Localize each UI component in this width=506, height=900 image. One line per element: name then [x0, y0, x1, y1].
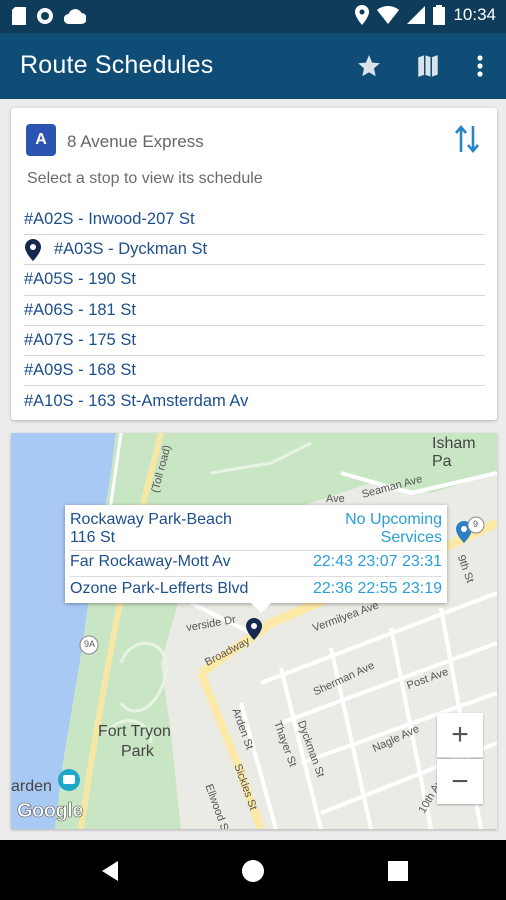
swap-direction-button[interactable]	[453, 122, 481, 156]
stop-item-selected[interactable]: #A03S - Dyckman St	[24, 235, 485, 266]
status-bar: 10:34	[0, 0, 506, 33]
stop-hint: Select a stop to view its schedule	[27, 170, 263, 187]
overflow-menu-icon	[477, 55, 483, 77]
schedule-row: Far Rockaway-Mott Av 22:43 23:07 23:31	[70, 553, 442, 577]
stop-item[interactable]: #A09S - 168 St	[24, 356, 485, 387]
route-9-shield: 9	[473, 519, 479, 529]
home-icon[interactable]	[241, 859, 265, 883]
stop-label: #A09S - 168 St	[24, 361, 136, 380]
times-line2: Services	[380, 529, 442, 546]
signal-icon	[407, 6, 426, 24]
departure-times: No Upcoming Services	[345, 511, 442, 547]
route-card: A 8 Avenue Express Select a stop to view…	[11, 108, 497, 420]
stop-item[interactable]: #A10S - 163 St-Amsterdam Av	[24, 386, 485, 416]
google-logo: Google	[17, 800, 84, 823]
page-title: Route Schedules	[20, 51, 214, 79]
street-ave: Ave	[326, 493, 345, 505]
stop-item[interactable]: #A05S - 190 St	[24, 265, 485, 296]
schedule-row: Rockaway Park-Beach 116 St No Upcoming S…	[70, 511, 442, 551]
stop-label: #A07S - 175 St	[24, 330, 136, 349]
stop-label: #A10S - 163 St-Amsterdam Av	[24, 391, 249, 410]
schedule-row: Ozone Park-Lefferts Blvd 22:36 22:55 23:…	[70, 580, 442, 602]
swap-vertical-icon	[455, 124, 479, 154]
map-label-isham: Isham Pa	[432, 435, 476, 470]
map-label-fort-tryon: Fort Tryon	[98, 723, 171, 740]
cloud-icon	[64, 9, 86, 24]
map-label-park: Park	[121, 743, 154, 760]
map-button[interactable]	[413, 51, 443, 81]
departure-times: 22:36 22:55 23:19	[312, 580, 442, 597]
route-badge: A	[26, 124, 56, 156]
map-label-garden: arden	[11, 778, 52, 795]
stop-item[interactable]: #A06S - 181 St	[24, 296, 485, 326]
navigation-bar	[0, 840, 506, 900]
stop-list: #A02S - Inwood-207 St #A03S - Dyckman St…	[24, 205, 485, 416]
map-canvas	[11, 433, 497, 829]
location-pin-icon	[24, 238, 46, 261]
schedule-info-window: Rockaway Park-Beach 116 St No Upcoming S…	[65, 505, 447, 613]
departure-times: 22:43 23:07 23:31	[312, 553, 442, 570]
stop-label: #A05S - 190 St	[24, 270, 136, 289]
favorite-button[interactable]	[354, 51, 384, 81]
stop-item[interactable]: #A07S - 175 St	[24, 326, 485, 356]
overflow-menu-button[interactable]	[465, 51, 495, 81]
app-bar: Route Schedules	[0, 33, 506, 99]
battery-icon	[433, 5, 446, 25]
map-icon	[418, 55, 438, 77]
zoom-in-button[interactable]: +	[437, 713, 483, 758]
stop-label: #A06S - 181 St	[24, 300, 136, 319]
back-icon[interactable]	[98, 859, 122, 883]
map-view[interactable]: Isham Pa Fort Tryon Park arden Vermilyea…	[11, 433, 497, 829]
times-line1: No Upcoming	[345, 511, 442, 528]
wifi-icon	[377, 6, 400, 24]
route-9a-shield: 9A	[84, 639, 96, 649]
recents-icon[interactable]	[386, 859, 410, 883]
stop-label: #A03S - Dyckman St	[54, 240, 208, 259]
route-name: 8 Avenue Express	[67, 132, 204, 151]
zoom-out-button[interactable]: −	[437, 759, 483, 804]
location-icon	[355, 5, 370, 25]
stop-item[interactable]: #A02S - Inwood-207 St	[24, 205, 485, 236]
clock: 10:34	[453, 5, 496, 24]
record-icon	[37, 8, 53, 24]
stop-label: #A02S - Inwood-207 St	[24, 210, 195, 229]
star-icon	[358, 55, 380, 77]
sd-card-icon	[12, 7, 26, 25]
